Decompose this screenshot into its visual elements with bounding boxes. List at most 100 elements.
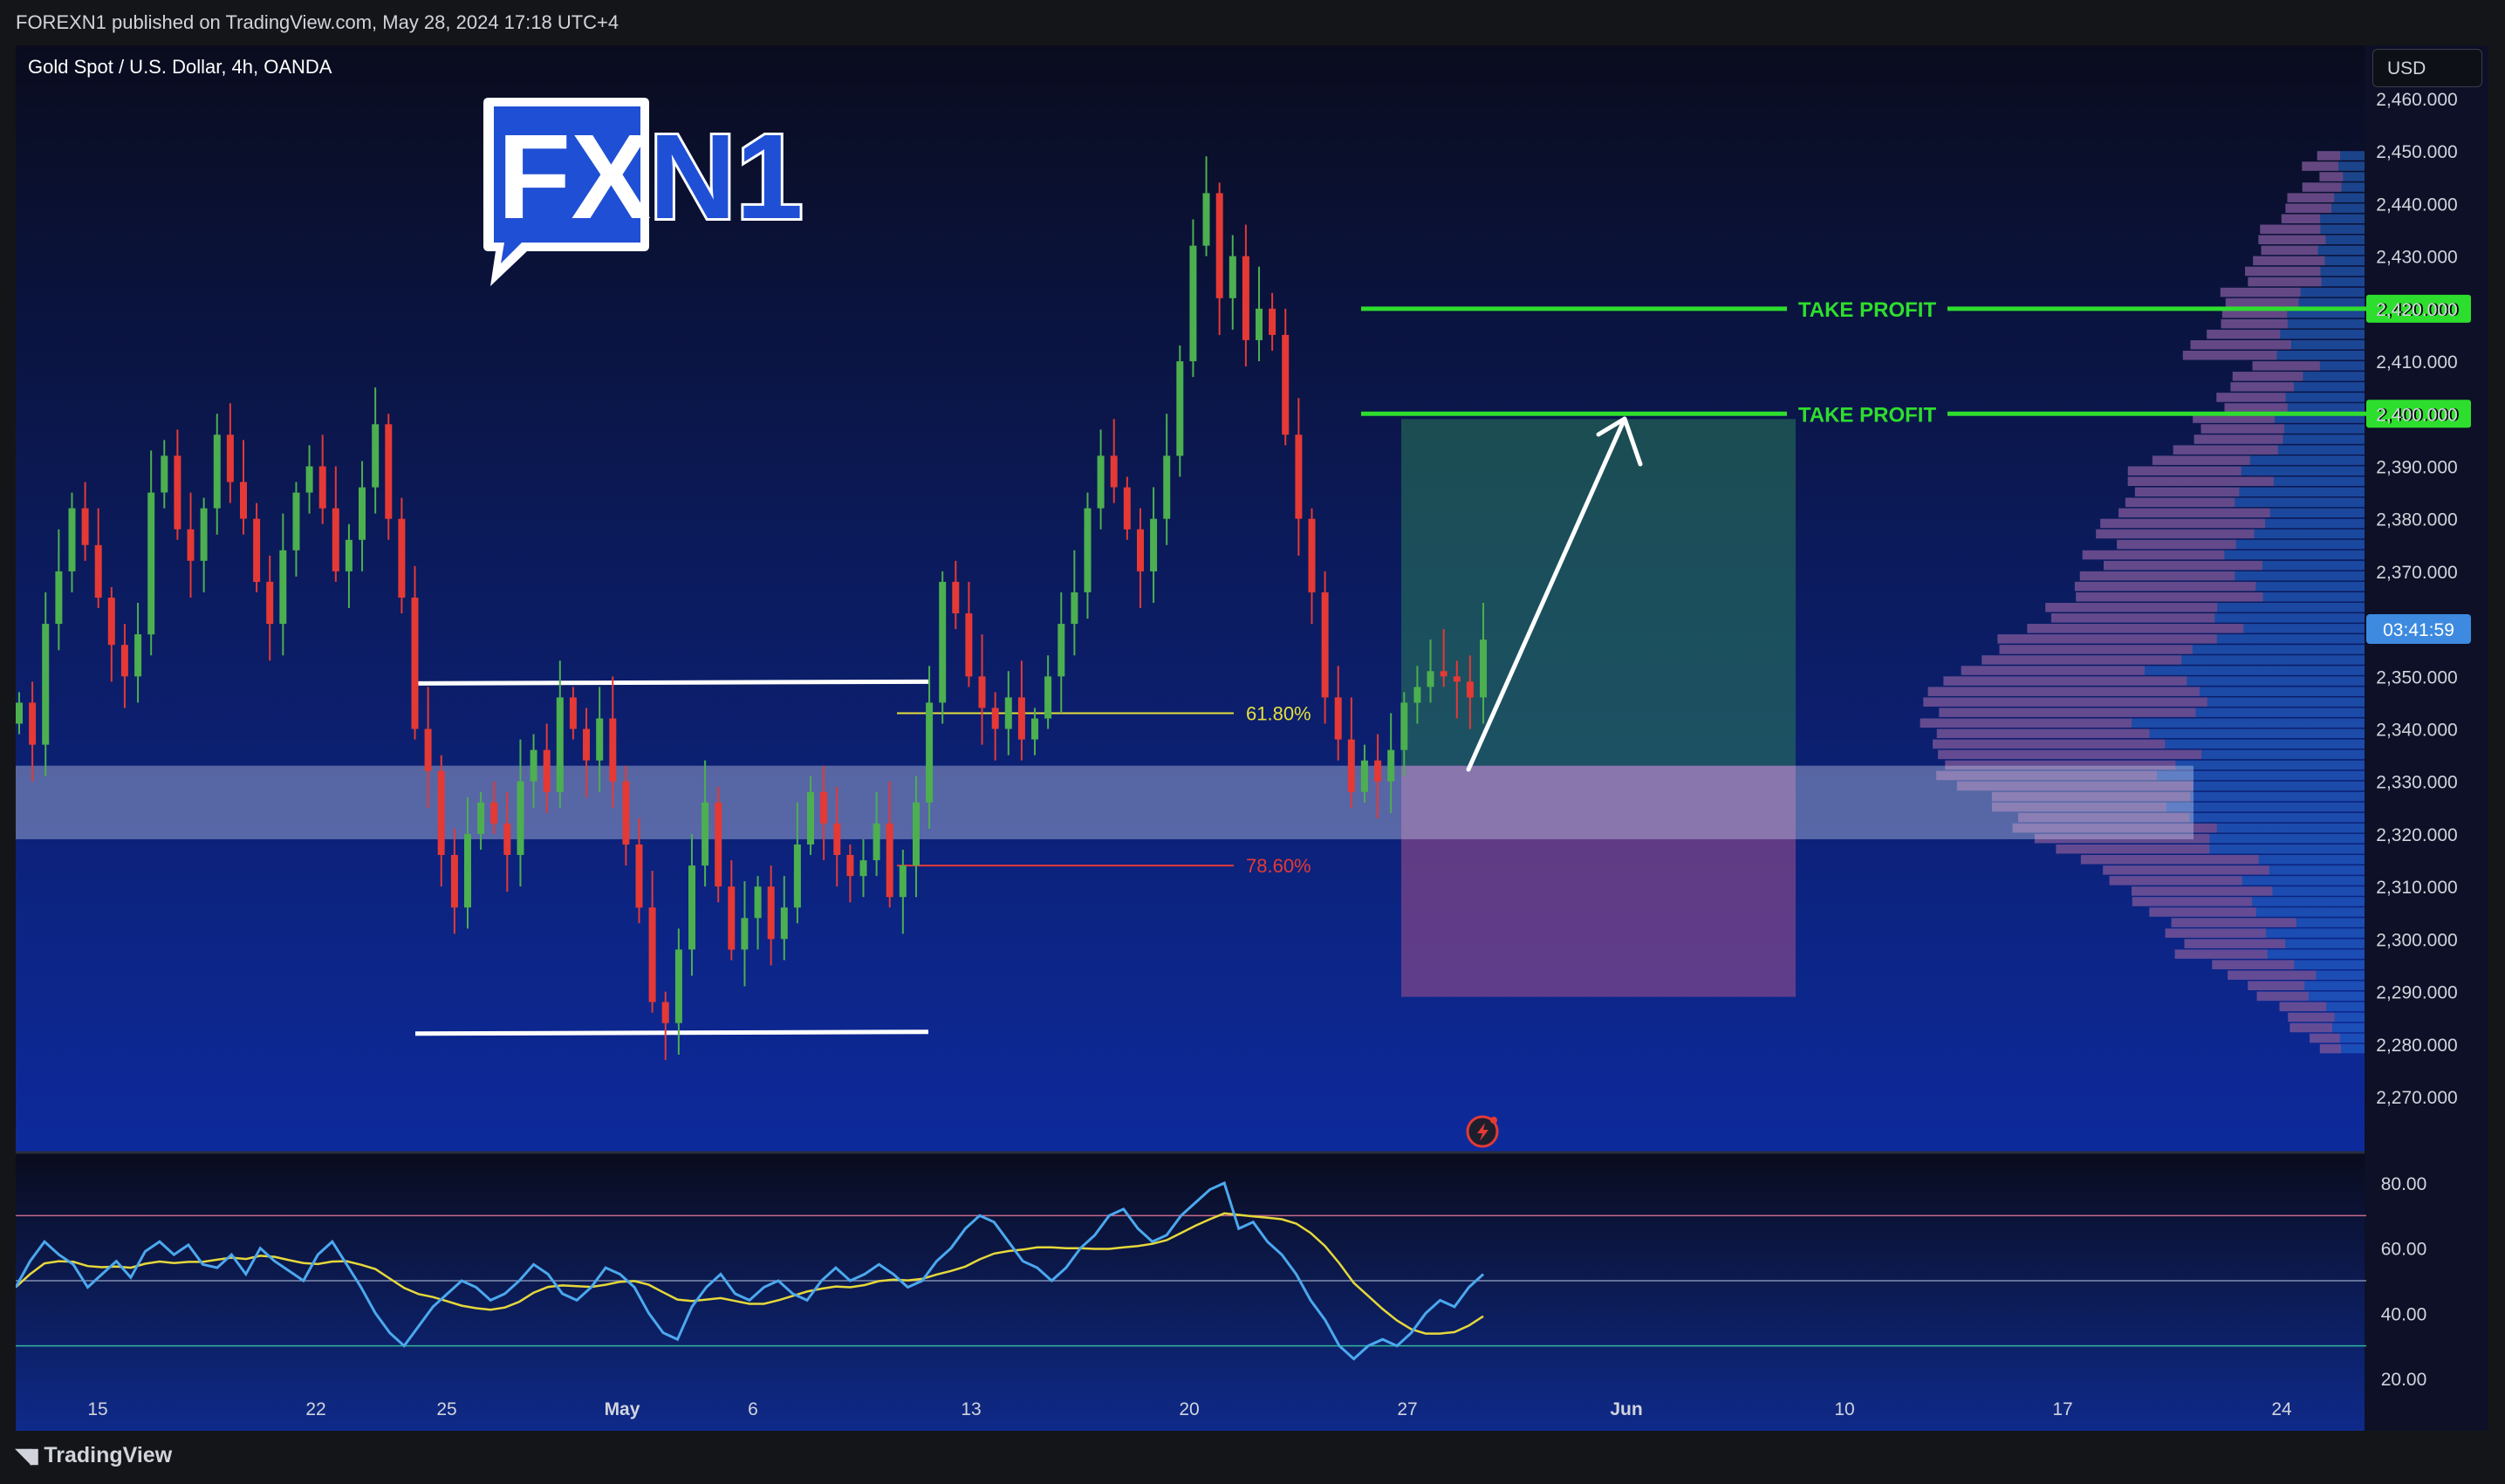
price-tick: 2,460.000 [2376,90,2457,110]
candle-body [1057,624,1065,677]
take-profit-label: TAKE PROFIT [1798,403,1937,427]
time-tick: May [605,1399,640,1419]
price-tick: 2,450.000 [2376,142,2457,162]
volume-row-sell [2319,172,2344,181]
candle-body [161,455,168,493]
candle-body [253,518,261,582]
volume-row-sell [2184,939,2286,948]
symbol-title[interactable]: Gold Spot / U.S. Dollar, 4h, OANDA [28,56,332,79]
candle-body [648,907,656,1002]
candle-body [952,581,960,613]
candle-body [1071,592,1078,625]
candle-body [16,702,23,724]
volume-row-sell [1927,687,2200,696]
rsi-tick: 20.00 [2381,1370,2427,1390]
candle-body [120,645,128,677]
volume-row-sell [2216,393,2286,402]
candle-body [609,718,617,782]
candle-body [807,791,814,845]
publish-info: FOREXN1 published on TradingView.com, Ma… [0,0,2505,45]
chart-area[interactable]: 61.80% 78.60% TAKE PROFIT 2,420.000 TAKE P… [16,45,2488,1431]
candle-body [1137,529,1144,571]
candle-body [174,455,181,530]
candle-body [1229,256,1236,298]
long-position-tool[interactable] [1401,419,1796,997]
volume-row-sell [2134,487,2240,497]
volume-row-sell [2125,497,2235,508]
candle-body [661,1002,669,1023]
rsi-tick: 80.00 [2381,1174,2427,1194]
volume-row-sell [2248,277,2322,287]
fib-618-label: 61.80% [1246,702,1311,724]
volume-row-sell [2079,571,2235,581]
volume-row-sell [2310,1033,2340,1043]
candle-body [780,907,788,940]
tv-brand: TradingView [44,1443,173,1467]
candle-body [42,624,50,745]
price-tick: 2,440.000 [2376,195,2457,215]
volume-row-sell [2096,529,2255,539]
lightning-icon[interactable] [1466,1115,1499,1148]
publish-line: FOREXN1 published on TradingView.com, Ma… [16,11,619,33]
volume-row-sell [2287,193,2335,202]
time-tick: 13 [961,1399,981,1419]
volume-row-sell [2165,928,2267,938]
take-profit-label: TAKE PROFIT [1798,298,1937,322]
currency-button[interactable]: USD [2372,49,2482,87]
price-tick: 2,390.000 [2376,458,2457,478]
volume-row-sell [2109,876,2242,886]
candle-body [833,823,841,855]
volume-row-sell [2027,624,2244,633]
candle-body [464,833,471,908]
volume-row-sell [2127,476,2274,486]
volume-row-sell [2302,161,2338,171]
volume-row-sell [2253,256,2325,266]
candle-body [846,855,854,877]
volume-row-sell [2285,203,2331,213]
candle-body [213,434,221,509]
price-tick: 2,310.000 [2376,878,2457,898]
candle-body [411,598,419,729]
volume-row-sell [2182,351,2277,360]
tradingview-logo[interactable]: ◥▮ TradingView [16,1443,172,1468]
range-bottom-line[interactable] [414,1029,929,1036]
volume-row-sell [1938,749,2202,760]
volume-row-sell [2232,372,2303,381]
chart-svg[interactable]: 61.80% 78.60% TAKE PROFIT 2,420.000 TAKE P… [16,45,2488,1431]
volume-row-sell [2260,224,2321,234]
candle-body [1466,681,1474,698]
price-tick: 2,400.000 [2376,405,2457,425]
candle-body [1400,702,1408,750]
support-zone[interactable] [16,765,2194,839]
candle-body [1321,592,1329,698]
price-tick: 2,320.000 [2376,825,2457,845]
candle-body [240,482,247,519]
candle-body [305,466,313,493]
candle-body [345,539,352,571]
candle-body [1282,334,1290,435]
candle-body [1176,361,1184,456]
price-tick: 2,370.000 [2376,563,2457,583]
time-tick: 17 [2052,1399,2072,1419]
price-tick: 2,270.000 [2376,1088,2457,1108]
candle-body [107,598,115,646]
candle-body [398,518,406,598]
price-tick: 2,330.000 [2376,773,2457,793]
candle-body [1413,687,1421,703]
target-zone [1401,419,1796,766]
candle-body [385,424,393,519]
volume-row-sell [2245,266,2321,277]
candle-body [939,581,947,703]
volume-row-sell [2194,434,2283,444]
candle-body [503,823,511,855]
candle-body [543,749,551,792]
candle-body [1017,697,1025,740]
candle-body [728,886,736,950]
candle-body [1123,487,1131,530]
candle-body [1163,455,1171,519]
range-top-line[interactable] [414,679,929,686]
candle-body [332,508,339,571]
volume-row-sell [1939,708,2196,717]
price-tick: 2,300.000 [2376,930,2457,950]
candle-body [424,728,432,771]
